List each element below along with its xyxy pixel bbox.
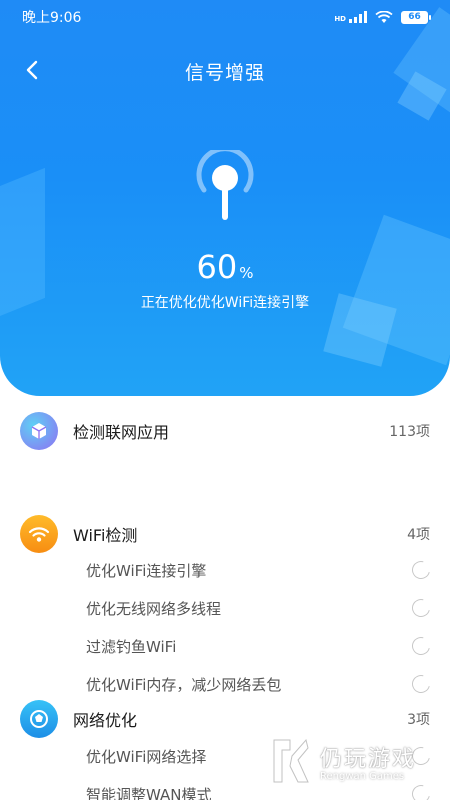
- loading-spinner-icon: [408, 671, 434, 697]
- list-item-label: 过滤钓鱼WiFi: [86, 637, 177, 656]
- status-icons: HD 66: [334, 10, 431, 24]
- list-item-label: 优化无线网络多线程: [86, 599, 222, 618]
- wifi-status-icon: [375, 10, 393, 23]
- section-count: 3项: [407, 712, 430, 728]
- progress-readout: 60%: [0, 248, 450, 286]
- wifi-icon: [20, 515, 58, 553]
- section-network[interactable]: 网络优化 3项: [20, 700, 430, 738]
- signal-antenna-icon: [196, 150, 254, 220]
- list-item-label: 智能调整WAN模式: [86, 785, 212, 800]
- watermark-logo: 仍玩游戏 Rengwan Games: [268, 733, 438, 789]
- signal-icon: HD: [334, 11, 367, 23]
- page-title: 信号增强: [184, 62, 265, 84]
- loading-spinner-icon: [408, 557, 434, 583]
- list-item: 过滤钓鱼WiFi: [86, 633, 434, 659]
- hd-badge: HD: [334, 15, 346, 23]
- cube-icon: [20, 412, 58, 450]
- loading-spinner-icon: [408, 595, 434, 621]
- list-item-label: 优化WiFi内存，减少网络丢包: [86, 675, 282, 694]
- watermark-subtitle: Rengwan Games: [320, 770, 405, 782]
- list-item-label: 优化WiFi网络选择: [86, 747, 207, 766]
- section-title: WiFi检测: [73, 526, 138, 545]
- title-bar: 信号增强: [0, 50, 450, 90]
- watermark-title: 仍玩游戏: [320, 746, 417, 772]
- network-optimize-icon: [20, 700, 58, 738]
- progress-value: 60: [196, 248, 238, 286]
- list-item: 优化WiFi连接引擎: [86, 557, 434, 583]
- battery-icon: 66: [401, 10, 431, 24]
- list-item: 优化无线网络多线程: [86, 595, 434, 621]
- status-time: 晚上9:06: [22, 10, 82, 26]
- section-title: 检测联网应用: [73, 423, 170, 442]
- progress-unit: %: [239, 264, 254, 282]
- section-apps[interactable]: 检测联网应用 113项: [20, 412, 430, 450]
- section-count: 4项: [407, 527, 430, 543]
- section-wifi[interactable]: WiFi检测 4项: [20, 515, 430, 553]
- section-title: 网络优化: [73, 711, 138, 730]
- header-panel: 晚上9:06 HD 66 信号增强 60% 正在优化优化WiFi连接引擎: [0, 0, 450, 396]
- section-count: 113项: [389, 424, 430, 440]
- list-item: 优化WiFi内存，减少网络丢包: [86, 671, 434, 697]
- progress-status-text: 正在优化优化WiFi连接引擎: [140, 295, 310, 311]
- list-item-label: 优化WiFi连接引擎: [86, 561, 207, 580]
- loading-spinner-icon: [408, 633, 434, 659]
- status-bar: 晚上9:06 HD 66: [0, 0, 450, 34]
- watermark-icon: [273, 738, 309, 783]
